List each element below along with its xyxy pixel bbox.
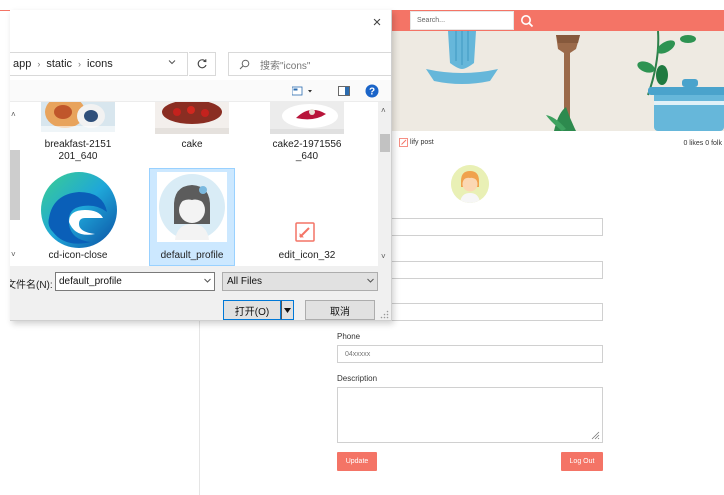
scroll-down-icon[interactable]: ˅ bbox=[11, 250, 16, 259]
file-list-scroll-thumb[interactable] bbox=[380, 134, 390, 152]
address-bar[interactable]: app › static › icons bbox=[10, 52, 188, 76]
content-divider bbox=[199, 320, 200, 495]
phone-label: Phone bbox=[337, 332, 361, 341]
file-open-dialog: × app › static › icons 搜索"icons" ? ˄ ˅ b… bbox=[10, 10, 392, 321]
folder-search-placeholder: 搜索"icons" bbox=[260, 60, 311, 72]
file-label-cake2[interactable]: cake2-1971556 _640 bbox=[264, 139, 350, 163]
default-profile-thumbnail[interactable] bbox=[157, 172, 227, 242]
search-icon bbox=[521, 14, 534, 27]
description-label: Description bbox=[337, 374, 378, 383]
chevron-right-icon: › bbox=[78, 59, 82, 69]
cake2-thumbnail[interactable] bbox=[270, 102, 344, 134]
user-avatar bbox=[451, 165, 489, 203]
view-options-icon[interactable] bbox=[292, 86, 314, 96]
view-toolbar: ? bbox=[10, 80, 391, 102]
filename-label: 文件名(N): bbox=[10, 280, 53, 291]
edit-icon bbox=[399, 138, 408, 147]
phone-input[interactable]: 04xxxxx bbox=[337, 345, 603, 363]
refresh-button[interactable] bbox=[189, 52, 216, 76]
chevron-right-icon: › bbox=[37, 59, 41, 69]
scroll-up-icon[interactable]: ˄ bbox=[11, 110, 16, 119]
caret-down-icon bbox=[284, 307, 291, 313]
navigation-pane-scrollbar[interactable] bbox=[10, 150, 20, 220]
breakfast-thumbnail[interactable] bbox=[41, 102, 115, 132]
file-name-line: edit_icon_32 bbox=[278, 250, 336, 261]
open-button[interactable]: 打开(O) bbox=[223, 300, 281, 320]
svg-text:?: ? bbox=[369, 87, 375, 98]
file-list-scrollbar[interactable] bbox=[378, 102, 391, 266]
filename-input[interactable]: default_profile bbox=[55, 272, 215, 291]
edge-logo-thumbnail[interactable] bbox=[39, 170, 119, 250]
filetype-select[interactable]: All Files bbox=[222, 272, 378, 291]
resize-grip-icon[interactable] bbox=[590, 430, 600, 440]
update-button[interactable]: Update bbox=[337, 452, 377, 471]
open-options-button[interactable] bbox=[281, 300, 294, 320]
site-search-input[interactable]: Search... bbox=[410, 11, 514, 30]
file-name-line: _640 bbox=[295, 151, 319, 162]
file-label-cd-icon-close[interactable]: cd-icon-close bbox=[35, 250, 121, 262]
file-name-line: cd-icon-close bbox=[48, 250, 108, 261]
scroll-up-icon[interactable]: ˄ bbox=[381, 106, 386, 115]
modify-post-link[interactable]: lify post bbox=[399, 138, 434, 147]
screen: Search... lify post 0 likes 0 folk Phone… bbox=[0, 0, 724, 495]
description-textarea[interactable] bbox=[337, 387, 603, 443]
file-name-line: 201_640 bbox=[58, 151, 98, 162]
breadcrumb-icons[interactable]: icons bbox=[87, 58, 113, 70]
breadcrumb-app[interactable]: app bbox=[13, 58, 31, 70]
search-icon bbox=[239, 59, 250, 69]
folder-search-input[interactable]: 搜索"icons" bbox=[228, 52, 391, 76]
file-label-breakfast[interactable]: breakfast-2151 201_640 bbox=[35, 139, 121, 163]
kitchen-banner-image bbox=[390, 31, 724, 131]
dialog-footer: 文件名(N): default_profile All Files 打开(O) … bbox=[10, 266, 391, 320]
profile-stats: 0 likes 0 folk bbox=[683, 140, 722, 147]
refresh-icon bbox=[197, 59, 207, 69]
site-search-button[interactable] bbox=[516, 10, 538, 31]
preview-pane-icon[interactable] bbox=[338, 86, 350, 96]
file-label-edit-icon[interactable]: edit_icon_32 bbox=[264, 250, 350, 262]
file-name-line: breakfast-2151 bbox=[44, 139, 112, 150]
breadcrumb-static[interactable]: static bbox=[46, 58, 72, 70]
file-name-line: cake2-1971556 bbox=[272, 139, 342, 150]
scroll-down-icon[interactable]: ˅ bbox=[381, 252, 386, 261]
help-icon[interactable]: ? bbox=[365, 84, 379, 98]
logout-button[interactable]: Log Out bbox=[561, 452, 603, 471]
file-list: ˄ ˅ breakfast-2151 201_640 cake cake2-19… bbox=[10, 102, 391, 266]
close-dialog-button[interactable]: × bbox=[369, 15, 385, 31]
chevron-down-icon[interactable] bbox=[366, 276, 375, 285]
cancel-button[interactable]: 取消 bbox=[305, 300, 375, 320]
cake-thumbnail[interactable] bbox=[155, 102, 229, 134]
chevron-down-icon[interactable] bbox=[167, 57, 177, 67]
file-label-default-profile[interactable]: default_profile bbox=[149, 250, 235, 262]
close-icon: × bbox=[372, 14, 382, 31]
file-name-line: default_profile bbox=[160, 250, 224, 261]
edit-icon-thumbnail[interactable] bbox=[295, 222, 315, 242]
file-label-cake[interactable]: cake bbox=[149, 139, 235, 151]
modify-post-label: lify post bbox=[410, 139, 434, 146]
file-name-line: cake bbox=[181, 139, 203, 150]
chevron-down-icon[interactable] bbox=[203, 276, 212, 285]
resize-grip-icon[interactable] bbox=[380, 310, 389, 319]
